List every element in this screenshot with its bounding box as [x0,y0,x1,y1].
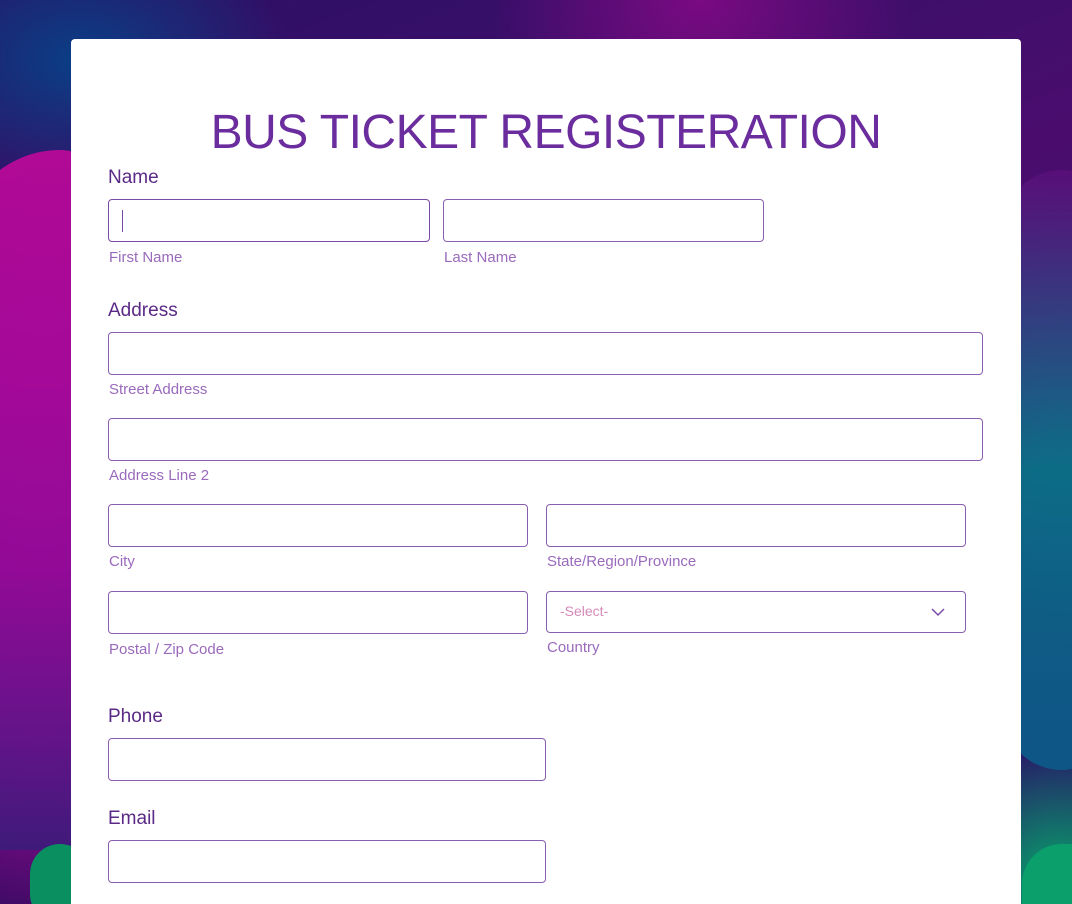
first-name-input[interactable] [108,199,430,242]
street-address-input[interactable] [108,332,983,375]
address-line2-sublabel: Address Line 2 [109,467,210,484]
city-input[interactable] [108,504,528,547]
first-name-sublabel: First Name [109,249,183,266]
email-label: Email [108,808,156,829]
street-address-sublabel: Street Address [109,381,208,398]
state-sublabel: State/Region/Province [547,553,697,570]
chevron-down-icon [931,608,945,617]
country-select-placeholder: -Select- [560,603,609,619]
last-name-input[interactable] [443,199,764,242]
address-line2-input[interactable] [108,418,983,461]
country-select[interactable]: -Select- [546,591,966,633]
address-label: Address [108,300,178,321]
phone-label: Phone [108,706,163,727]
form-card: BUS TICKET REGISTERATION Name First Name… [71,39,1021,904]
last-name-sublabel: Last Name [444,249,517,266]
postal-code-input[interactable] [108,591,528,634]
text-cursor [122,210,123,232]
name-label: Name [108,167,159,188]
email-input[interactable] [108,840,546,883]
background-shape [1022,844,1072,904]
form-title: BUS TICKET REGISTERATION [210,106,882,159]
state-input[interactable] [546,504,966,547]
city-sublabel: City [109,553,135,570]
phone-input[interactable] [108,738,546,781]
country-sublabel: Country [547,639,600,656]
postal-code-sublabel: Postal / Zip Code [109,641,225,658]
